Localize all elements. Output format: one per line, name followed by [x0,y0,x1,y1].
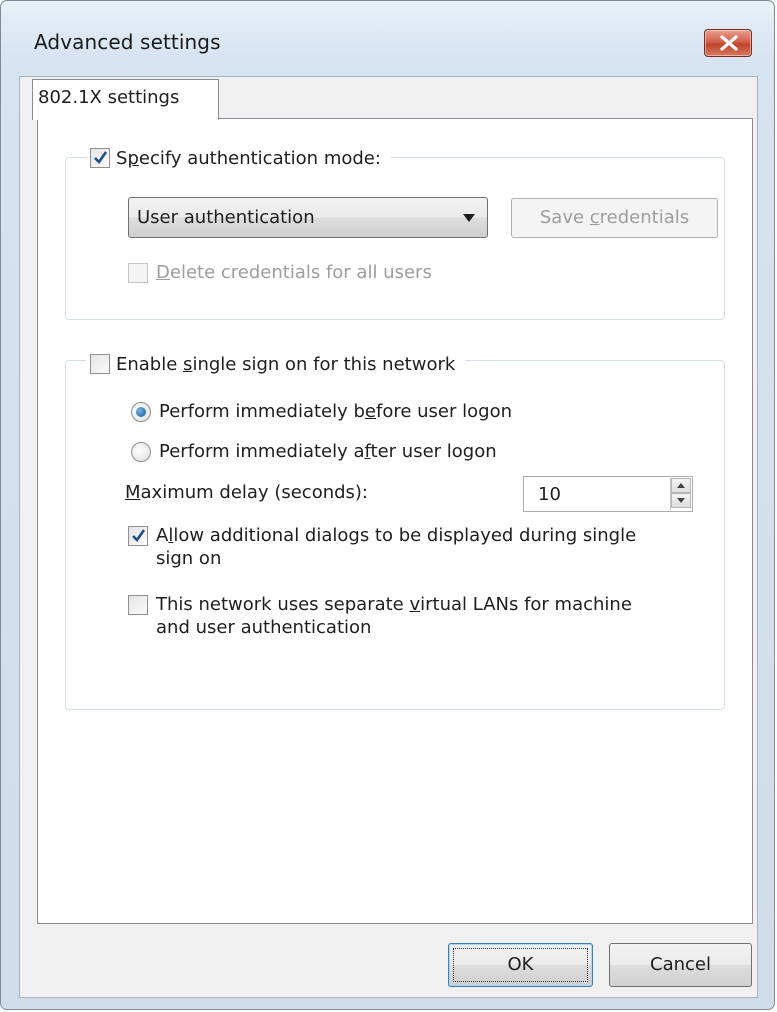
separate-vlans-label: This network uses separate virtual LANs … [156,594,632,638]
spinner-buttons[interactable] [670,478,691,510]
close-icon [720,35,738,51]
separate-vlans-checkbox[interactable]: This network uses separate virtual LANs … [128,593,668,639]
spin-up-icon[interactable] [671,478,691,493]
max-delay-spinner[interactable]: 10 [523,476,693,512]
close-button[interactable] [704,29,752,57]
cancel-button[interactable]: Cancel [609,943,752,987]
auth-mode-group [65,157,725,320]
auth-mode-value: User authentication [137,207,315,228]
allow-dialogs-label: Allow additional dialogs to be displayed… [156,525,637,569]
focus-rectangle [453,948,588,982]
radio-after-label: Perform immediately after user logon [159,441,497,462]
radio-button[interactable] [131,441,151,462]
checkbox[interactable] [128,262,148,283]
tab-label: 802.1X settings [38,87,180,108]
radio-before-logon[interactable]: Perform immediately before user logon [131,401,512,422]
radio-after-logon[interactable]: Perform immediately after user logon [131,441,497,462]
checkbox[interactable] [128,595,148,615]
checkmark-icon [94,151,108,165]
spin-down-icon[interactable] [671,493,691,508]
radio-before-label: Perform immediately before user logon [159,401,512,422]
delete-credentials-checkbox[interactable]: Delete credentials for all users [128,262,432,283]
max-delay-label: Maximum delay (seconds): [125,482,369,503]
radio-button[interactable] [131,401,151,422]
max-delay-value: 10 [538,484,561,505]
tab-802-1x-settings[interactable]: 802.1X settings [32,79,219,120]
save-credentials-button[interactable]: Save credentials [511,198,718,238]
checkbox[interactable] [128,526,148,546]
ok-button[interactable]: OK [448,943,593,987]
checkbox[interactable] [90,354,110,374]
enable-sso-checkbox[interactable]: Enable single sign on for this network [86,351,466,377]
window-title: Advanced settings [34,30,221,54]
chevron-down-icon [463,214,475,222]
enable-sso-label: Enable single sign on for this network [116,353,456,375]
checkbox[interactable] [90,148,110,168]
auth-mode-select[interactable]: User authentication [128,197,488,238]
delete-credentials-label: Delete credentials for all users [156,262,432,283]
specify-auth-mode-label: Specify authentication mode: [116,147,381,169]
specify-auth-mode-checkbox[interactable]: Specify authentication mode: [86,145,391,171]
checkmark-icon [132,529,146,543]
allow-dialogs-checkbox[interactable]: Allow additional dialogs to be displayed… [128,524,668,570]
